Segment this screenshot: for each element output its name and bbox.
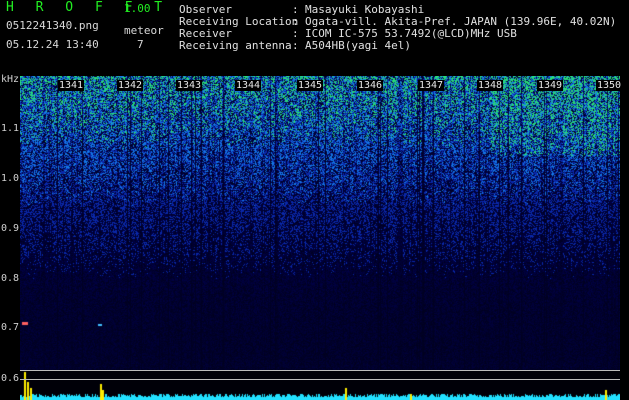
time-tick-1341: 1341 — [58, 80, 85, 91]
time-tick-1345: 1345 — [297, 80, 324, 91]
capture-datetime: 05.12.24 13:40 — [6, 38, 99, 51]
y-tick-0-8: 0.8 — [1, 273, 20, 284]
y-tick-0-7: 0.7 — [1, 322, 20, 333]
antenna-value: A504HB(yagi 4el) — [305, 39, 411, 52]
y-tick-1-0: 1.0 — [1, 173, 20, 184]
time-tick-1350: 1350 — [596, 80, 623, 91]
time-tick-1349: 1349 — [537, 80, 564, 91]
time-tick-1346: 1346 — [357, 80, 384, 91]
time-tick-1344: 1344 — [235, 80, 262, 91]
antenna-label: Receiving antenna — [179, 39, 292, 52]
time-tick-1347: 1347 — [418, 80, 445, 91]
y-tick-1-1: 1.1 — [1, 123, 20, 134]
antenna-colon: : — [292, 39, 299, 52]
app-version: 1.00 — [124, 2, 151, 15]
image-filename: 0512241340.png — [6, 19, 99, 32]
time-tick-1342: 1342 — [117, 80, 144, 91]
meteor-label: meteor — [124, 24, 164, 37]
baseline-lower — [20, 379, 620, 380]
y-axis-unit: kHz — [1, 74, 20, 85]
baseline-upper — [20, 370, 620, 371]
time-tick-1343: 1343 — [176, 80, 203, 91]
spectrogram-canvas — [20, 76, 620, 400]
time-tick-1348: 1348 — [477, 80, 504, 91]
y-tick-0-6: 0.6 — [1, 373, 20, 384]
header-panel: H R O F F T 1.00 0512241340.png meteor 0… — [0, 0, 629, 76]
meteor-count: 7 — [137, 38, 144, 51]
y-tick-0-9: 0.9 — [1, 223, 20, 234]
